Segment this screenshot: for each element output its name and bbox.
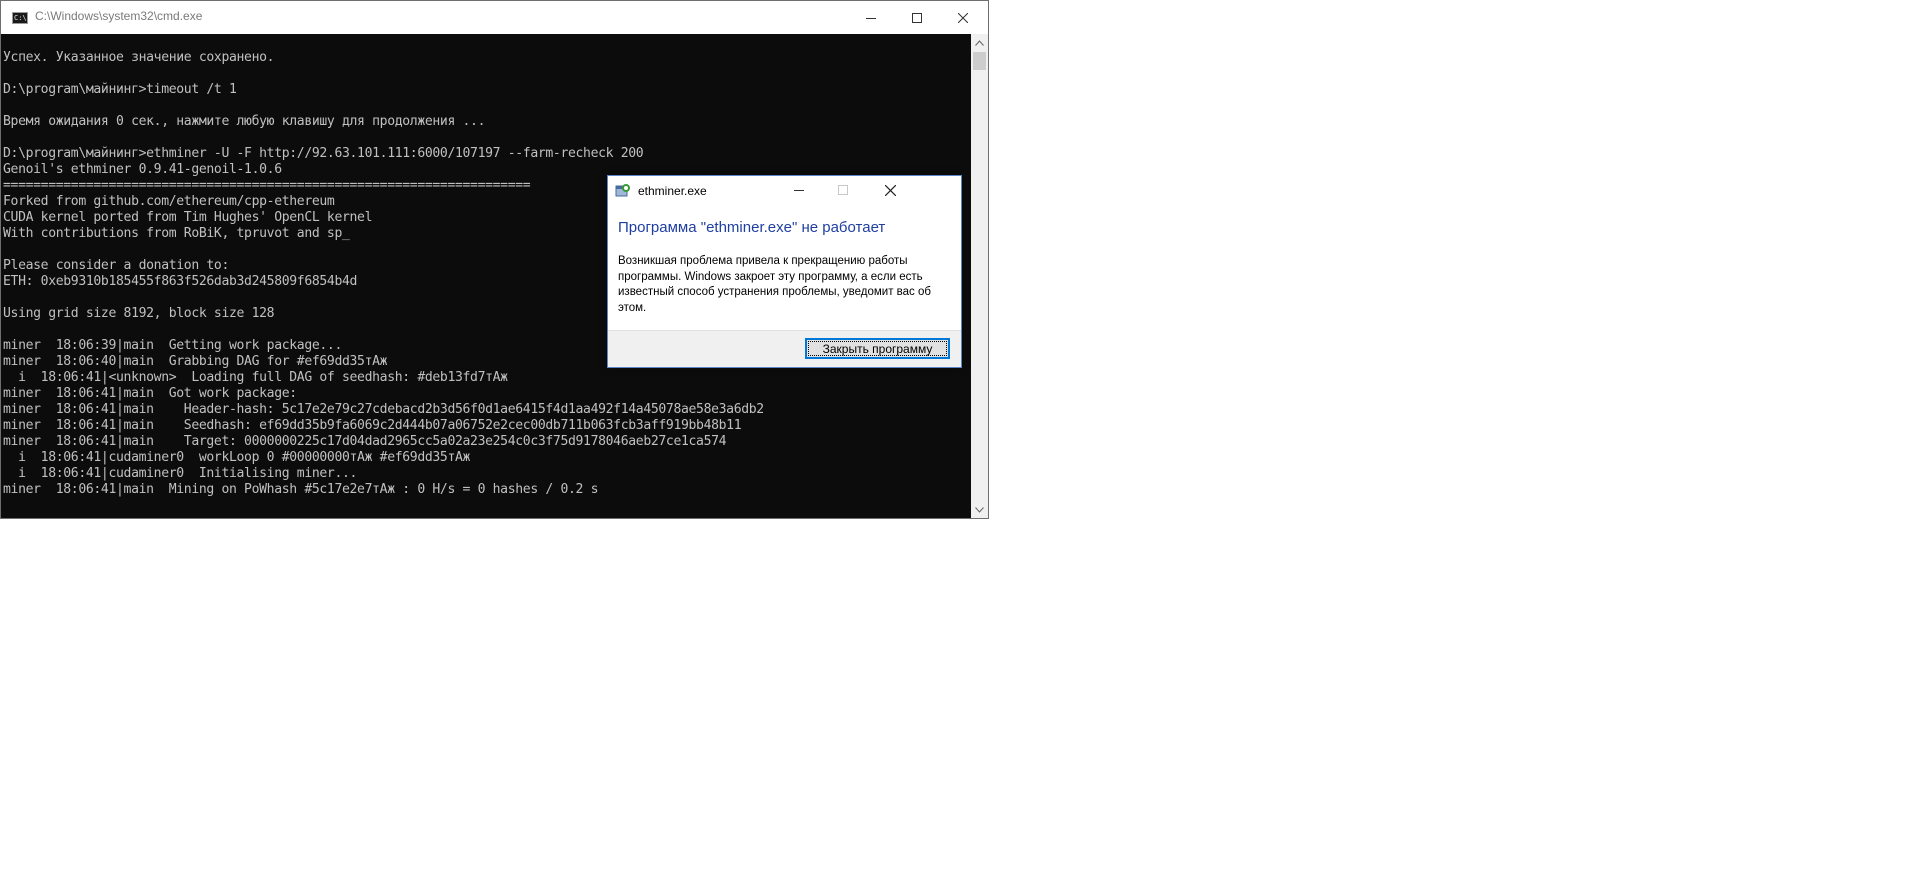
cmd-titlebar[interactable]: C:\ C:\Windows\system32\cmd.exe bbox=[1, 1, 988, 34]
minimize-button[interactable] bbox=[848, 1, 894, 34]
scroll-down-button[interactable] bbox=[971, 501, 988, 518]
console-line: Успех. Указанное значение сохранено. bbox=[3, 50, 275, 65]
chevron-down-icon bbox=[975, 506, 984, 513]
window-title: C:\Windows\system32\cmd.exe bbox=[35, 9, 203, 23]
error-dialog: ethminer.exe Программа "ethminer.exe" не… bbox=[607, 175, 962, 368]
close-icon bbox=[958, 12, 968, 23]
dialog-titlebar[interactable]: ethminer.exe bbox=[608, 176, 961, 206]
maximize-icon bbox=[912, 12, 922, 23]
scroll-thumb[interactable] bbox=[973, 52, 986, 70]
minimize-icon bbox=[866, 17, 876, 19]
console-line: miner 18:06:41|main Got work package: bbox=[3, 386, 297, 401]
chevron-up-icon bbox=[975, 39, 984, 46]
dialog-close-button[interactable] bbox=[868, 176, 912, 204]
dialog-maximize-button bbox=[821, 176, 865, 204]
console-line: i 18:06:41|cudaminer0 Initialising miner… bbox=[3, 466, 358, 481]
console-line: i 18:06:41|<unknown> Loading full DAG of… bbox=[3, 370, 508, 385]
program-icon bbox=[615, 184, 630, 197]
dialog-message: Возникшая проблема привела к прекращению… bbox=[618, 255, 931, 314]
dialog-heading: Программа "ethminer.exe" не работает bbox=[618, 219, 886, 236]
close-button[interactable] bbox=[940, 1, 986, 34]
scroll-up-button[interactable] bbox=[971, 34, 988, 51]
console-line: D:\program\майнинг>timeout /t 1 bbox=[3, 82, 237, 97]
close-icon bbox=[884, 184, 896, 196]
cmd-icon: C:\ bbox=[12, 12, 28, 24]
dialog-footer: Закрыть программу bbox=[608, 330, 961, 367]
dialog-title: ethminer.exe bbox=[638, 184, 707, 198]
vertical-scrollbar[interactable] bbox=[971, 34, 988, 518]
maximize-button[interactable] bbox=[894, 1, 940, 34]
console-line: D:\program\майнинг>ethminer -U -F http:/… bbox=[3, 146, 644, 161]
console-line: miner 18:06:41|main Mining on PoWhash #5… bbox=[3, 482, 599, 497]
console-line: miner 18:06:41|main Target: 0000000225c1… bbox=[3, 434, 727, 449]
minimize-icon bbox=[794, 190, 804, 191]
console-line: i 18:06:41|cudaminer0 workLoop 0 #000000… bbox=[3, 450, 471, 465]
close-program-button[interactable]: Закрыть программу bbox=[805, 338, 950, 359]
maximize-icon bbox=[838, 185, 848, 195]
console-line: Время ожидания 0 сек., нажмите любую кла… bbox=[3, 114, 486, 129]
console-line: miner 18:06:41|main Seedhash: ef69dd35b9… bbox=[3, 418, 742, 433]
dialog-minimize-button[interactable] bbox=[777, 176, 821, 204]
console-line: miner 18:06:41|main Header-hash: 5c17e2e… bbox=[3, 402, 764, 417]
